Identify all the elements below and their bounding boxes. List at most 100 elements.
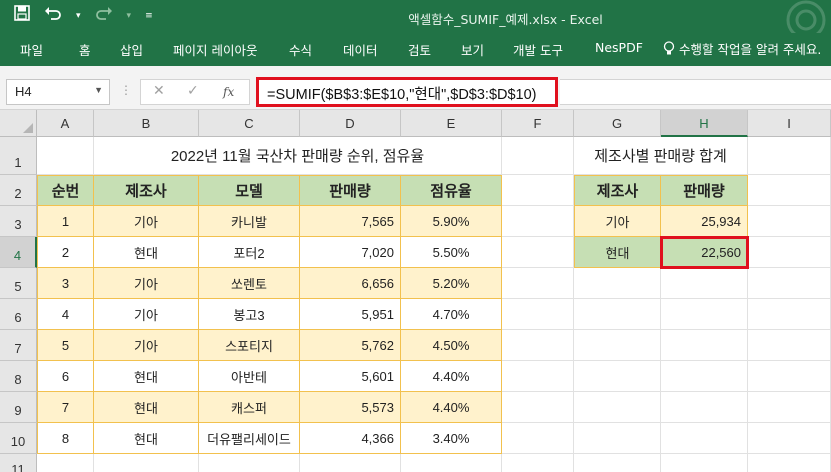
empty-cell[interactable] [37, 137, 94, 175]
main-table-cell-maker[interactable]: 현대 [94, 237, 199, 268]
main-table-cell-model[interactable]: 봉고3 [199, 299, 300, 330]
main-table-cell-share[interactable]: 4.50% [401, 330, 502, 361]
main-table-cell-index[interactable]: 1 [37, 206, 94, 237]
empty-cell[interactable] [574, 392, 661, 423]
column-header-a[interactable]: A [37, 110, 94, 137]
empty-cell[interactable] [502, 423, 574, 454]
tab-data[interactable]: 데이터 [343, 40, 378, 59]
main-table-cell-index[interactable]: 2 [37, 237, 94, 268]
main-table-cell-maker[interactable]: 기아 [94, 330, 199, 361]
name-box[interactable]: H4 ▼ [6, 79, 110, 105]
main-table-cell-sales[interactable]: 5,762 [300, 330, 401, 361]
tab-nespdf[interactable]: NesPDF [595, 40, 643, 55]
row-header-7[interactable]: 7 [0, 330, 37, 361]
tab-file[interactable]: 파일 [20, 40, 43, 59]
main-table-cell-share[interactable]: 5.50% [401, 237, 502, 268]
row-header-5[interactable]: 5 [0, 268, 37, 299]
empty-cell[interactable] [748, 299, 831, 330]
empty-cell[interactable] [661, 361, 748, 392]
main-table-cell-sales[interactable]: 7,020 [300, 237, 401, 268]
tell-me-box[interactable]: 수행할 작업을 알려 주세요. [663, 39, 821, 58]
empty-cell[interactable] [661, 299, 748, 330]
empty-cell[interactable] [748, 175, 831, 206]
column-header-d[interactable]: D [300, 110, 401, 137]
column-header-f[interactable]: F [502, 110, 574, 137]
empty-cell[interactable] [401, 454, 502, 472]
empty-cell[interactable] [574, 423, 661, 454]
main-table-cell-index[interactable]: 3 [37, 268, 94, 299]
empty-cell[interactable] [502, 137, 574, 175]
insert-function-icon[interactable]: fx [223, 85, 234, 99]
empty-cell[interactable] [574, 299, 661, 330]
empty-cell[interactable] [502, 361, 574, 392]
header-cell-share[interactable]: 점유율 [401, 175, 502, 206]
header-cell-index[interactable]: 순번 [37, 175, 94, 206]
empty-cell[interactable] [748, 392, 831, 423]
summary-table-title[interactable]: 제조사별 판매량 합계 [574, 137, 748, 175]
empty-cell[interactable] [300, 454, 401, 472]
empty-cell[interactable] [748, 330, 831, 361]
main-table-cell-sales[interactable]: 5,951 [300, 299, 401, 330]
empty-cell[interactable] [661, 454, 748, 472]
column-header-b[interactable]: B [94, 110, 199, 137]
tab-insert[interactable]: 삽입 [120, 40, 143, 59]
empty-cell[interactable] [574, 454, 661, 472]
summary-cell-sales-1[interactable]: 25,934 [661, 206, 748, 237]
main-table-cell-model[interactable]: 스포티지 [199, 330, 300, 361]
empty-cell[interactable] [502, 330, 574, 361]
empty-cell[interactable] [748, 423, 831, 454]
main-table-cell-share[interactable]: 4.40% [401, 361, 502, 392]
row-header-3[interactable]: 3 [0, 206, 37, 237]
empty-cell[interactable] [748, 454, 831, 472]
main-table-cell-maker[interactable]: 기아 [94, 206, 199, 237]
tab-review[interactable]: 검토 [408, 40, 431, 59]
formula-input[interactable]: =SUMIF($B$3:$E$10,"현대",$D$3:$D$10) [256, 77, 558, 107]
main-table-cell-index[interactable]: 4 [37, 299, 94, 330]
summary-cell-sales-2[interactable]: 22,560 [661, 237, 748, 268]
main-table-cell-model[interactable]: 포터2 [199, 237, 300, 268]
summary-cell-maker-2[interactable]: 현대 [574, 237, 661, 268]
empty-cell[interactable] [748, 237, 831, 268]
main-table-cell-share[interactable]: 3.40% [401, 423, 502, 454]
header-cell-sales[interactable]: 판매량 [300, 175, 401, 206]
formula-input-extension[interactable] [560, 79, 831, 105]
header-cell-maker[interactable]: 제조사 [94, 175, 199, 206]
tab-formulas[interactable]: 수식 [289, 40, 312, 59]
tab-view[interactable]: 보기 [461, 40, 484, 59]
tab-home[interactable]: 홈 [79, 40, 91, 59]
main-table-cell-maker[interactable]: 현대 [94, 423, 199, 454]
tab-developer[interactable]: 개발 도구 [513, 40, 563, 59]
main-table-cell-sales[interactable]: 5,573 [300, 392, 401, 423]
row-header-11[interactable]: 11 [0, 454, 37, 472]
main-table-cell-share[interactable]: 4.40% [401, 392, 502, 423]
empty-cell[interactable] [748, 268, 831, 299]
row-header-6[interactable]: 6 [0, 299, 37, 330]
empty-cell[interactable] [502, 299, 574, 330]
main-table-cell-sales[interactable]: 6,656 [300, 268, 401, 299]
summary-header-sales[interactable]: 판매량 [661, 175, 748, 206]
row-header-9[interactable]: 9 [0, 392, 37, 423]
empty-cell[interactable] [574, 361, 661, 392]
main-table-cell-model[interactable]: 쏘렌토 [199, 268, 300, 299]
main-table-cell-maker[interactable]: 기아 [94, 299, 199, 330]
main-table-cell-model[interactable]: 캐스퍼 [199, 392, 300, 423]
main-table-cell-model[interactable]: 아반테 [199, 361, 300, 392]
main-table-cell-index[interactable]: 5 [37, 330, 94, 361]
cancel-icon[interactable]: ✕ [153, 83, 165, 99]
tab-page-layout[interactable]: 페이지 레이아웃 [173, 40, 257, 59]
main-table-cell-share[interactable]: 4.70% [401, 299, 502, 330]
summary-cell-maker-1[interactable]: 기아 [574, 206, 661, 237]
column-header-i[interactable]: I [748, 110, 831, 137]
empty-cell[interactable] [199, 454, 300, 472]
main-table-cell-share[interactable]: 5.20% [401, 268, 502, 299]
main-table-cell-maker[interactable]: 기아 [94, 268, 199, 299]
row-header-4[interactable]: 4 [0, 237, 37, 268]
empty-cell[interactable] [502, 454, 574, 472]
empty-cell[interactable] [748, 206, 831, 237]
main-table-cell-index[interactable]: 8 [37, 423, 94, 454]
empty-cell[interactable] [37, 454, 94, 472]
empty-cell[interactable] [502, 268, 574, 299]
row-header-8[interactable]: 8 [0, 361, 37, 392]
empty-cell[interactable] [574, 268, 661, 299]
empty-cell[interactable] [502, 206, 574, 237]
